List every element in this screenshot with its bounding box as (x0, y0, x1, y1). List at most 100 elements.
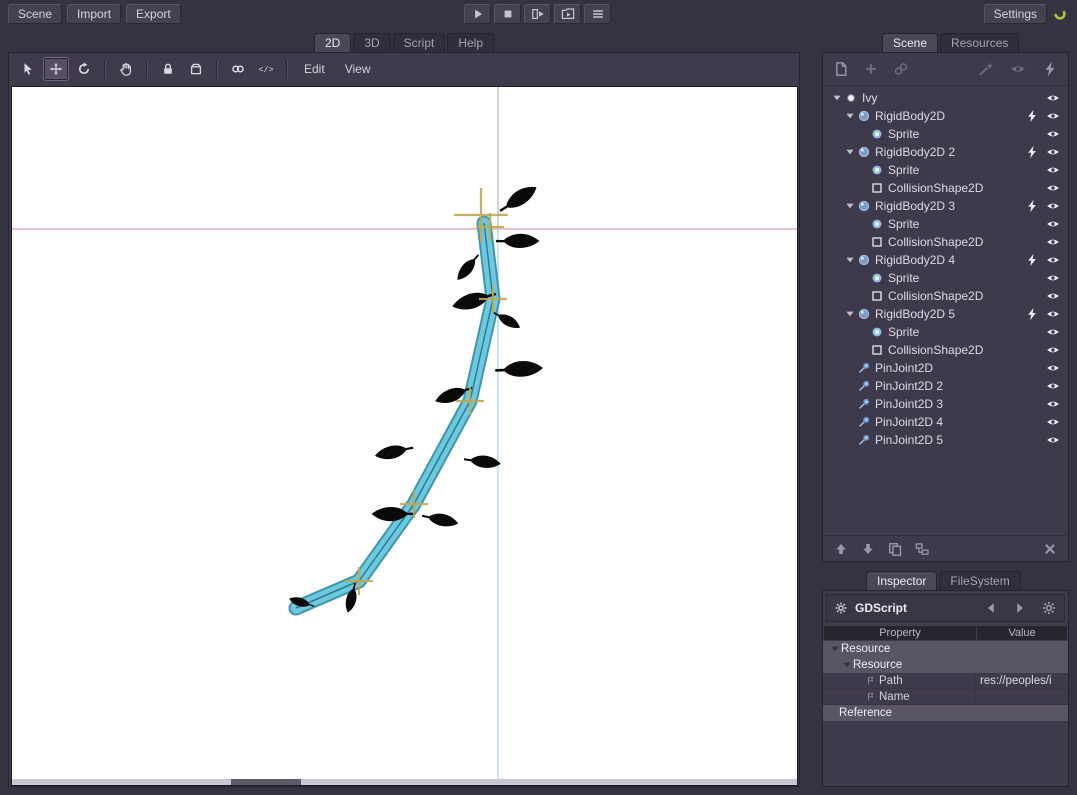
collapse-arrow-icon[interactable] (844, 254, 856, 266)
dock-tab-resources[interactable]: Resources (940, 33, 1020, 52)
inspector-category-resource[interactable]: Resource (823, 657, 1068, 673)
new-scene-button[interactable] (833, 61, 849, 77)
link-button[interactable] (225, 57, 251, 81)
dock-tab-inspector[interactable]: Inspector (866, 571, 938, 590)
delete-node-button[interactable] (1042, 541, 1058, 557)
visibility-eye-icon[interactable] (1046, 217, 1060, 231)
tree-node-pinjoint2d-3[interactable]: PinJoint2D 3 (825, 395, 1066, 413)
inspector-row-name[interactable]: Name (823, 689, 1068, 705)
visibility-eye-icon[interactable] (1046, 235, 1060, 249)
tree-node-sprite[interactable]: Sprite (825, 215, 1066, 233)
connections-bolt-icon[interactable] (1025, 307, 1039, 321)
connections-bolt-icon[interactable] (1025, 145, 1039, 159)
tree-node-sprite[interactable]: Sprite (825, 269, 1066, 287)
property-column-header[interactable]: Property (824, 625, 976, 640)
visibility-eye-icon[interactable] (1046, 91, 1060, 105)
tree-node-collisionshape2d[interactable]: CollisionShape2D (825, 233, 1066, 251)
visibility-eye-icon[interactable] (1046, 379, 1060, 393)
add-node-button[interactable] (863, 61, 879, 77)
inspector-category-resource[interactable]: Resource (823, 641, 1068, 657)
collapse-arrow-icon[interactable] (844, 200, 856, 212)
tree-node-pinjoint2d-4[interactable]: PinJoint2D 4 (825, 413, 1066, 431)
tree-node-rigidbody2d-3[interactable]: RigidBody2D 3 (825, 197, 1066, 215)
tab-2d[interactable]: 2D (313, 33, 352, 52)
tree-node-rigidbody2d-5[interactable]: RigidBody2D 5 (825, 305, 1066, 323)
tree-node-sprite[interactable]: Sprite (825, 323, 1066, 341)
menu-export[interactable]: Export (126, 4, 181, 24)
tree-node-rigidbody2d[interactable]: RigidBody2D (825, 107, 1066, 125)
viewport-canvas[interactable] (11, 86, 798, 786)
collapse-arrow-icon[interactable] (844, 308, 856, 320)
lock-object-button[interactable] (155, 57, 181, 81)
play-scene-button[interactable] (524, 4, 551, 24)
tree-node-pinjoint2d-5[interactable]: PinJoint2D 5 (825, 431, 1066, 449)
reparent-node-button[interactable] (914, 541, 930, 557)
visibility-eye-icon[interactable] (1046, 307, 1060, 321)
tab-help[interactable]: Help (447, 33, 495, 52)
visibility-eye-icon[interactable] (1046, 361, 1060, 375)
visibility-eye-icon[interactable] (1046, 181, 1060, 195)
collapse-arrow-icon[interactable] (844, 110, 856, 122)
debug-options-button[interactable] (584, 4, 611, 24)
value-column-header[interactable]: Value (977, 625, 1067, 640)
visibility-eye-icon[interactable] (1046, 109, 1060, 123)
tree-node-collisionshape2d[interactable]: CollisionShape2D (825, 287, 1066, 305)
tree-node-collisionshape2d[interactable]: CollisionShape2D (825, 341, 1066, 359)
visibility-eye-icon[interactable] (1046, 343, 1060, 357)
visibility-eye-icon[interactable] (1046, 253, 1060, 267)
visibility-eye-icon[interactable] (1046, 397, 1060, 411)
visibility-eye-icon[interactable] (1046, 127, 1060, 141)
connections-bolt-icon[interactable] (1025, 253, 1039, 267)
select-tool[interactable] (15, 57, 41, 81)
rotate-tool[interactable] (71, 57, 97, 81)
tree-node-sprite[interactable]: Sprite (825, 161, 1066, 179)
pan-tool[interactable] (113, 57, 139, 81)
group-object-button[interactable] (183, 57, 209, 81)
tree-node-rigidbody2d-2[interactable]: RigidBody2D 2 (825, 143, 1066, 161)
tool-menu-button[interactable] (978, 61, 994, 77)
stop-button[interactable] (494, 4, 521, 24)
instance-scene-button[interactable] (893, 61, 909, 77)
connections-bolt-icon[interactable] (1025, 199, 1039, 213)
menu-edit[interactable]: Edit (295, 59, 334, 79)
collapse-arrow-icon[interactable] (829, 643, 841, 655)
dock-tab-scene[interactable]: Scene (882, 33, 939, 52)
signals-button[interactable] (1042, 61, 1058, 77)
dock-tab-filesystem[interactable]: FileSystem (939, 571, 1021, 590)
settings-button[interactable]: Settings (983, 4, 1047, 24)
visibility-eye-icon[interactable] (1046, 325, 1060, 339)
property-value[interactable] (975, 689, 1068, 704)
visibility-eye-icon[interactable] (1046, 289, 1060, 303)
inspector-category-reference[interactable]: Reference (823, 705, 1068, 721)
menu-scene[interactable]: Scene (8, 4, 63, 24)
visibility-eye-icon[interactable] (1046, 163, 1060, 177)
tree-node-pinjoint2d-2[interactable]: PinJoint2D 2 (825, 377, 1066, 395)
visibility-eye-icon[interactable] (1046, 271, 1060, 285)
visibility-options-button[interactable] (1010, 61, 1026, 77)
tab-script[interactable]: Script (392, 33, 446, 52)
visibility-eye-icon[interactable] (1046, 145, 1060, 159)
next-resource-button[interactable] (1012, 600, 1028, 616)
tree-node-pinjoint2d[interactable]: PinJoint2D (825, 359, 1066, 377)
move-tool[interactable] (43, 57, 69, 81)
hscrollbar-handle[interactable] (231, 779, 301, 785)
collapse-arrow-icon[interactable] (831, 92, 843, 104)
property-value[interactable]: res://peoples/i (975, 673, 1068, 688)
tree-node-rigidbody2d-4[interactable]: RigidBody2D 4 (825, 251, 1066, 269)
collapse-arrow-icon[interactable] (844, 146, 856, 158)
edit-script-button[interactable]: </> (253, 57, 279, 81)
move-down-button[interactable] (860, 541, 876, 557)
connections-bolt-icon[interactable] (1025, 109, 1039, 123)
move-up-button[interactable] (833, 541, 849, 557)
collapse-arrow-icon[interactable] (841, 659, 853, 671)
canvas-hscrollbar[interactable] (12, 779, 797, 785)
visibility-eye-icon[interactable] (1046, 199, 1060, 213)
tab-3d[interactable]: 3D (353, 33, 391, 52)
menu-view[interactable]: View (336, 59, 380, 79)
tree-node-collisionshape2d[interactable]: CollisionShape2D (825, 179, 1066, 197)
play-custom-scene-button[interactable] (554, 4, 581, 24)
inspector-row-path[interactable]: Path res://peoples/i (823, 673, 1068, 689)
menu-import[interactable]: Import (67, 4, 122, 24)
tree-node-sprite[interactable]: Sprite (825, 125, 1066, 143)
play-button[interactable] (464, 4, 491, 24)
